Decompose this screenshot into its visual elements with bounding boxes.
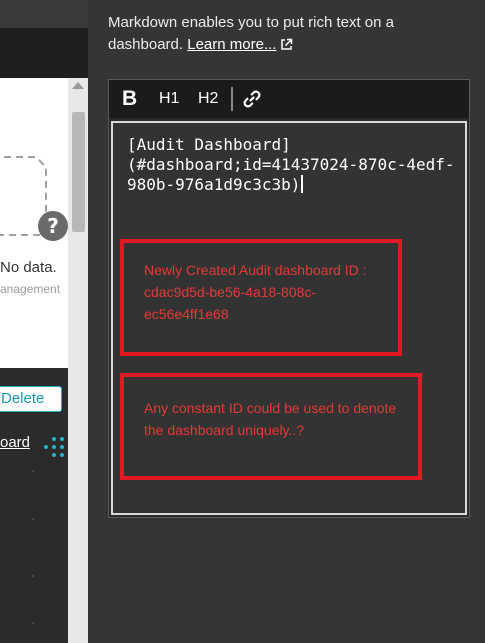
dashboard-link[interactable]: oard bbox=[0, 434, 30, 451]
text-cursor bbox=[301, 175, 304, 193]
dashboard-top-bar bbox=[0, 0, 88, 28]
scroll-up-arrow-icon[interactable] bbox=[72, 82, 84, 89]
markdown-info-text: Markdown enables you to put rich text on… bbox=[108, 12, 468, 56]
delete-button[interactable]: Delete bbox=[0, 386, 62, 412]
markdown-content[interactable]: [Audit Dashboard] (#dashboard;id=4143702… bbox=[127, 135, 455, 194]
heading-2-button[interactable]: H2 bbox=[198, 80, 218, 118]
toolbar-divider bbox=[231, 87, 233, 111]
heading-1-button[interactable]: H1 bbox=[159, 80, 179, 118]
scrollbar-thumb[interactable] bbox=[72, 112, 85, 232]
external-link-icon[interactable] bbox=[280, 38, 293, 51]
link-icon[interactable] bbox=[242, 89, 262, 109]
dashboard-toolbar bbox=[0, 28, 88, 78]
no-data-label: No data. bbox=[0, 259, 57, 276]
bold-button[interactable]: B bbox=[122, 80, 137, 118]
annotation-note: Newly Created Audit dashboard ID : cdac9… bbox=[144, 262, 367, 322]
grid-dot bbox=[32, 575, 34, 577]
grid-dot bbox=[32, 518, 34, 520]
drag-handle-icon[interactable] bbox=[38, 436, 66, 458]
editor-toolbar: B H1 H2 bbox=[109, 80, 469, 118]
annotation-note: Any constant ID could be used to denote … bbox=[144, 400, 397, 438]
grid-dot bbox=[32, 622, 34, 624]
help-icon[interactable]: ? bbox=[38, 211, 68, 241]
learn-more-link[interactable]: Learn more... bbox=[187, 36, 276, 53]
management-label: anagement bbox=[0, 282, 61, 296]
grid-dot bbox=[32, 470, 34, 472]
